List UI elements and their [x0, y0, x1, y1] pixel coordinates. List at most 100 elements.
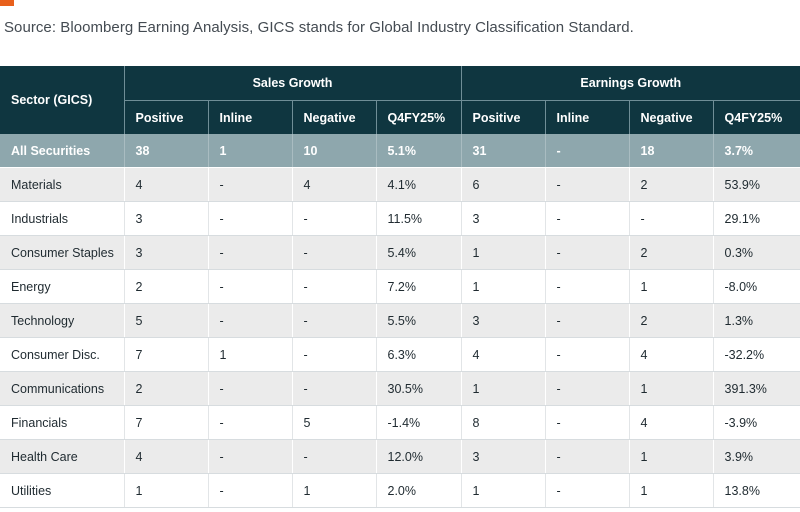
sales-negative-cell: 5: [291, 405, 376, 440]
earnings-positive-cell: 6: [460, 167, 546, 202]
earnings-growth-header: Earnings Growth: [460, 66, 800, 101]
earnings-q4fy25-cell: -3.9%: [712, 405, 800, 440]
earnings-inline-cell: -: [544, 303, 630, 338]
earnings-inline-cell: -: [544, 235, 630, 270]
sales-positive-cell: 2: [123, 269, 208, 304]
earnings-negative-cell: -: [628, 201, 714, 236]
sales-q4fy25-cell: 4.1%: [375, 167, 462, 202]
table-row: Technology 5- -5.5% 3-2 1.3%: [0, 303, 800, 338]
sales-q4fy25-cell: 5.1%: [375, 134, 462, 168]
sales-negative-header: Negative: [291, 100, 376, 134]
table-row: Materials 4-4 4.1% 6-2 53.9%: [0, 167, 800, 202]
earnings-positive-cell: 4: [460, 337, 546, 372]
sales-positive-cell: 4: [123, 167, 208, 202]
earnings-positive-cell: 1: [460, 371, 546, 406]
sales-positive-cell: 7: [123, 337, 208, 372]
table-body: All Securities 38 1 10 5.1% 31-18 3.7% Material…: [0, 134, 800, 508]
earnings-negative-cell: 2: [628, 235, 714, 270]
table-row: Energy 2- -7.2% 1-1 -8.0%: [0, 269, 800, 304]
sector-cell: Utilities: [0, 473, 124, 508]
table-row: Consumer Disc. 7 1-6.3% 4-4 -32.2%: [0, 337, 800, 372]
earnings-negative-header: Negative: [628, 100, 714, 134]
table-row: Utilities 1-1 2.0% 1-1 13.8%: [0, 473, 800, 508]
sales-q4fy25-cell: 11.5%: [375, 201, 462, 236]
earnings-q4fy25-cell: 13.8%: [712, 473, 800, 508]
sales-inline-cell: -: [207, 439, 292, 474]
sector-cell: Consumer Disc.: [0, 337, 124, 372]
earnings-inline-cell: -: [544, 201, 630, 236]
earnings-q4fy25-cell: 3.9%: [712, 439, 800, 474]
sales-positive-cell: 4: [123, 439, 208, 474]
earnings-positive-cell: 1: [460, 269, 546, 304]
earnings-negative-cell: 2: [628, 303, 714, 338]
sales-negative-cell: -: [291, 371, 376, 406]
earnings-q4fy25-cell: -32.2%: [712, 337, 800, 372]
sales-negative-cell: 10: [291, 134, 376, 168]
table-row: Health Care 4- -12.0% 3-1 3.9%: [0, 439, 800, 474]
earnings-negative-cell: 1: [628, 371, 714, 406]
sales-negative-cell: -: [291, 439, 376, 474]
growth-table: Sector (GICS) Sales Growth Earnings Grow…: [0, 66, 800, 508]
earnings-inline-cell: -: [544, 405, 630, 440]
sales-inline-cell: -: [207, 303, 292, 338]
total-row: All Securities 38 1 10 5.1% 31-18 3.7%: [0, 134, 800, 168]
table-row: Communications 2- -30.5% 1-1 391.3%: [0, 371, 800, 406]
sector-cell: Materials: [0, 167, 124, 202]
sector-cell: Consumer Staples: [0, 235, 124, 270]
sales-positive-cell: 3: [123, 235, 208, 270]
earnings-inline-cell: -: [544, 439, 630, 474]
earnings-positive-cell: 8: [460, 405, 546, 440]
sales-q4fy25-cell: 5.5%: [375, 303, 462, 338]
earnings-positive-cell: 3: [460, 303, 546, 338]
earnings-q4fy25-cell: 53.9%: [712, 167, 800, 202]
earnings-positive-cell: 31: [460, 134, 546, 168]
earnings-negative-cell: 1: [628, 439, 714, 474]
earnings-inline-cell: -: [544, 269, 630, 304]
sales-q4fy25-cell: 5.4%: [375, 235, 462, 270]
earnings-positive-header: Positive: [460, 100, 546, 134]
earnings-positive-cell: 3: [460, 439, 546, 474]
sector-cell: Technology: [0, 303, 124, 338]
sales-q4fy25-cell: 6.3%: [375, 337, 462, 372]
accent-bar: [0, 0, 14, 6]
earnings-negative-cell: 4: [628, 337, 714, 372]
earnings-inline-cell: -: [544, 337, 630, 372]
source-note: Source: Bloomberg Earning Analysis, GICS…: [4, 19, 634, 36]
sales-q4fy25-cell: 2.0%: [375, 473, 462, 508]
earnings-q4fy25-cell: 1.3%: [712, 303, 800, 338]
earnings-q4fy25-cell: 0.3%: [712, 235, 800, 270]
sales-inline-cell: -: [207, 371, 292, 406]
sector-cell: All Securities: [0, 134, 124, 168]
sales-inline-cell: -: [207, 201, 292, 236]
sector-cell: Communications: [0, 371, 124, 406]
earnings-negative-cell: 1: [628, 269, 714, 304]
sales-inline-cell: -: [207, 473, 292, 508]
sales-inline-cell: 1: [207, 134, 292, 168]
table-row: Financials 7-5 -1.4% 8-4 -3.9%: [0, 405, 800, 440]
sector-cell: Financials: [0, 405, 124, 440]
sector-cell: Industrials: [0, 201, 124, 236]
sales-positive-cell: 38: [123, 134, 208, 168]
sales-negative-cell: -: [291, 269, 376, 304]
earnings-positive-cell: 3: [460, 201, 546, 236]
earnings-negative-cell: 4: [628, 405, 714, 440]
sales-negative-cell: -: [291, 201, 376, 236]
earnings-inline-header: Inline: [544, 100, 630, 134]
earnings-positive-cell: 1: [460, 235, 546, 270]
sales-negative-cell: -: [291, 337, 376, 372]
sales-negative-cell: 4: [291, 167, 376, 202]
earnings-q4fy25-cell: -8.0%: [712, 269, 800, 304]
sales-positive-cell: 5: [123, 303, 208, 338]
table-row: Consumer Staples 3- -5.4% 1-2 0.3%: [0, 235, 800, 270]
sector-column-header: Sector (GICS): [0, 66, 125, 134]
sales-inline-cell: -: [207, 405, 292, 440]
sales-inline-cell: -: [207, 269, 292, 304]
earnings-positive-cell: 1: [460, 473, 546, 508]
sales-negative-cell: -: [291, 303, 376, 338]
sales-growth-header: Sales Growth: [124, 66, 462, 101]
sector-cell: Health Care: [0, 439, 124, 474]
sales-positive-header: Positive: [124, 100, 208, 134]
earnings-inline-cell: -: [544, 167, 630, 202]
earnings-q4fy25-header: Q4FY25%: [712, 100, 800, 134]
earnings-negative-cell: 2: [628, 167, 714, 202]
